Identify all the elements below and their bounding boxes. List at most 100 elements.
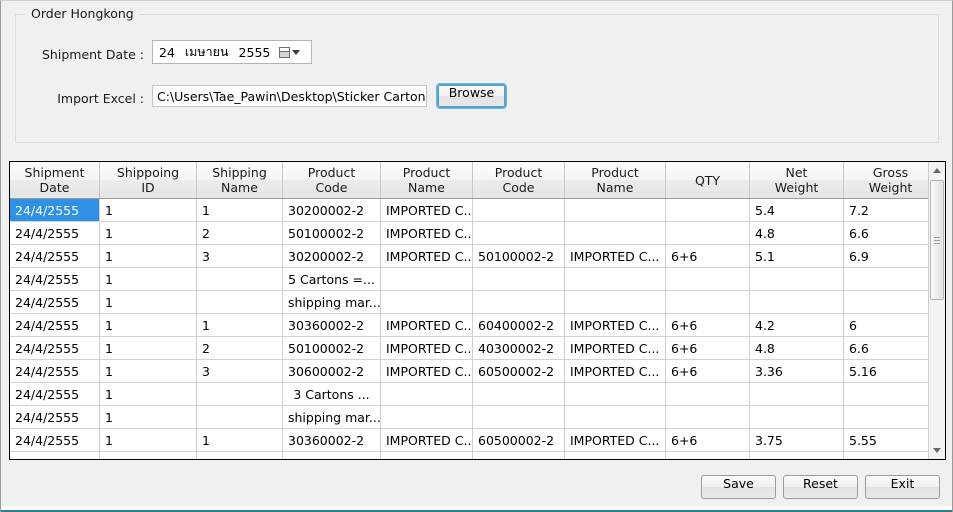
table-cell[interactable]: IMPORTED C... — [381, 360, 473, 383]
table-cell[interactable]: IMPORTED C... — [381, 452, 473, 461]
table-cell[interactable]: 3 — [197, 360, 283, 383]
table-cell[interactable]: 6.6 — [844, 337, 938, 360]
table-cell[interactable] — [565, 406, 666, 429]
table-row[interactable]: 24/4/255513 Cartons ... — [10, 383, 938, 406]
import-excel-path-input[interactable]: C:\Users\Tae_Pawin\Desktop\Sticker Carto… — [152, 85, 427, 107]
table-cell[interactable]: 24/4/2555 — [10, 199, 100, 222]
table-cell[interactable]: 60500002-2 — [473, 360, 565, 383]
table-cell[interactable]: 1 — [100, 429, 197, 452]
table-cell[interactable]: 1 — [100, 314, 197, 337]
table-cell[interactable]: 1 — [100, 360, 197, 383]
date-day-segment[interactable]: 24 — [159, 45, 175, 60]
table-row[interactable]: 24/4/25551240300002-2IMPORTED C...4.86.6 — [10, 452, 938, 461]
table-cell[interactable]: 6.6 — [844, 222, 938, 245]
table-cell[interactable]: shipping mar... — [283, 291, 381, 314]
table-cell[interactable]: 3 Cartons ... — [283, 383, 381, 406]
table-row[interactable]: 24/4/25551shipping mar... — [10, 291, 938, 314]
exit-button[interactable]: Exit — [865, 475, 940, 499]
table-row[interactable]: 24/4/25551 5 Cartons =... — [10, 268, 938, 291]
grid-column-header[interactable]: NetWeight — [750, 162, 844, 199]
table-cell[interactable] — [197, 383, 283, 406]
table-cell[interactable] — [844, 268, 938, 291]
table-cell[interactable]: 1 — [100, 268, 197, 291]
table-cell[interactable]: 3.36 — [750, 360, 844, 383]
table-cell[interactable]: 3.75 — [750, 429, 844, 452]
table-cell[interactable]: 1 — [197, 429, 283, 452]
table-cell[interactable]: 24/4/2555 — [10, 452, 100, 461]
table-cell[interactable]: 5 Cartons =... — [283, 268, 381, 291]
table-cell[interactable] — [473, 268, 565, 291]
table-cell[interactable] — [473, 291, 565, 314]
table-cell[interactable]: 1 — [100, 199, 197, 222]
table-row[interactable]: 24/4/25551130200002-2IMPORTED C...5.47.2 — [10, 199, 938, 222]
table-cell[interactable]: 60500002-2 — [473, 429, 565, 452]
table-cell[interactable]: 40300002-2 — [283, 452, 381, 461]
table-cell[interactable]: 1 — [100, 452, 197, 461]
table-cell[interactable]: 30600002-2 — [283, 360, 381, 383]
table-cell[interactable]: 6+6 — [666, 314, 750, 337]
table-row[interactable]: 24/4/25551330200002-2IMPORTED C...501000… — [10, 245, 938, 268]
table-cell[interactable]: 2 — [197, 452, 283, 461]
grid-column-header[interactable]: ShippoingID — [100, 162, 197, 199]
table-cell[interactable]: 5.16 — [844, 360, 938, 383]
table-cell[interactable] — [381, 406, 473, 429]
table-cell[interactable]: 24/4/2555 — [10, 314, 100, 337]
table-cell[interactable] — [381, 383, 473, 406]
table-cell[interactable]: 24/4/2555 — [10, 406, 100, 429]
table-cell[interactable]: 1 — [197, 314, 283, 337]
table-cell[interactable]: IMPORTED C... — [565, 337, 666, 360]
table-cell[interactable]: IMPORTED C... — [381, 314, 473, 337]
table-cell[interactable]: 30200002-2 — [283, 199, 381, 222]
grid-column-header[interactable]: ProductName — [565, 162, 666, 199]
table-cell[interactable] — [565, 452, 666, 461]
table-cell[interactable] — [666, 452, 750, 461]
grid-column-header[interactable]: ProductCode — [283, 162, 381, 199]
table-cell[interactable]: 24/4/2555 — [10, 429, 100, 452]
table-cell[interactable]: 40300002-2 — [473, 337, 565, 360]
grid-column-header[interactable]: GrossWeight — [844, 162, 938, 199]
table-cell[interactable]: 6+6 — [666, 360, 750, 383]
table-cell[interactable]: shipping mar... — [283, 406, 381, 429]
table-cell[interactable]: IMPORTED C... — [565, 360, 666, 383]
table-cell[interactable]: 30200002-2 — [283, 245, 381, 268]
table-cell[interactable] — [844, 291, 938, 314]
table-cell[interactable]: 24/4/2555 — [10, 360, 100, 383]
table-cell[interactable] — [666, 268, 750, 291]
scroll-down-button[interactable] — [929, 442, 945, 459]
table-cell[interactable] — [750, 383, 844, 406]
table-cell[interactable] — [750, 268, 844, 291]
shipment-data-grid[interactable]: ShipmentDateShippoingIDShippingNameProdu… — [9, 161, 946, 460]
table-cell[interactable] — [473, 222, 565, 245]
table-cell[interactable]: 30360002-2 — [283, 314, 381, 337]
grid-column-header[interactable]: ShipmentDate — [10, 162, 100, 199]
table-cell[interactable]: 1 — [100, 245, 197, 268]
grid-column-header[interactable]: ShippingName — [197, 162, 283, 199]
table-row[interactable]: 24/4/25551shipping mar... — [10, 406, 938, 429]
table-cell[interactable]: 5.55 — [844, 429, 938, 452]
grid-vertical-scrollbar[interactable] — [928, 162, 945, 459]
table-cell[interactable] — [844, 383, 938, 406]
table-cell[interactable]: IMPORTED C... — [381, 245, 473, 268]
table-row[interactable]: 24/4/25551130360002-2IMPORTED C...604000… — [10, 314, 938, 337]
table-cell[interactable]: 6 — [844, 314, 938, 337]
table-cell[interactable]: 50100002-2 — [473, 245, 565, 268]
table-row[interactable]: 24/4/25551330600002-2IMPORTED C...605000… — [10, 360, 938, 383]
table-cell[interactable]: 24/4/2555 — [10, 268, 100, 291]
date-month-segment[interactable]: เมษายน — [185, 42, 229, 62]
table-cell[interactable] — [381, 268, 473, 291]
table-cell[interactable] — [565, 291, 666, 314]
table-cell[interactable]: 7.2 — [844, 199, 938, 222]
table-cell[interactable]: 6+6 — [666, 337, 750, 360]
table-cell[interactable]: 50100002-2 — [283, 337, 381, 360]
table-cell[interactable] — [565, 222, 666, 245]
table-cell[interactable]: IMPORTED C... — [565, 314, 666, 337]
table-cell[interactable] — [473, 452, 565, 461]
table-cell[interactable] — [666, 222, 750, 245]
date-year-segment[interactable]: 2555 — [239, 45, 271, 60]
table-cell[interactable]: IMPORTED C... — [381, 222, 473, 245]
table-row[interactable]: 24/4/25551130360002-2IMPORTED C...605000… — [10, 429, 938, 452]
shipment-date-picker[interactable]: 24 เมษายน 2555 — [152, 40, 312, 64]
table-cell[interactable] — [473, 406, 565, 429]
table-cell[interactable]: 6+6 — [666, 429, 750, 452]
table-cell[interactable]: 3 — [197, 245, 283, 268]
